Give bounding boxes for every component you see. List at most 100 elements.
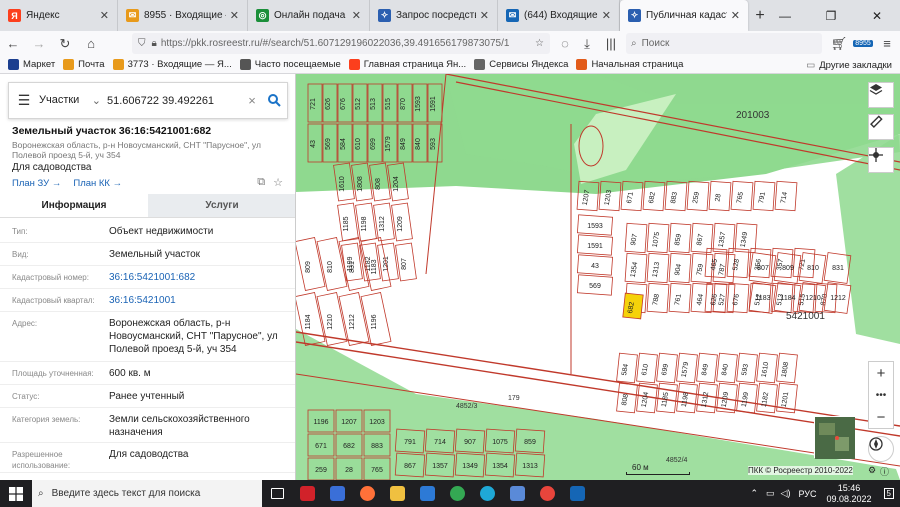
zoom-out-button[interactable]: − [869,406,893,428]
bookmark-3[interactable]: 3773 · Входящие — Я... [112,59,232,70]
plan-zu-link[interactable]: План ЗУ → [12,178,61,189]
downloads-icon[interactable]: ⤓ [574,31,600,56]
task-view-icon[interactable] [262,480,292,507]
maximize-button[interactable]: ❐ [808,0,854,31]
network-icon[interactable]: ▭ [766,488,775,499]
map-copyright: ПКК © Росреестр 2010-2022 [748,466,853,475]
bookmark-star-icon[interactable]: ☆ [535,38,544,49]
search-icon [267,94,281,107]
store-icon[interactable] [502,480,532,507]
favorite-star-icon[interactable]: ☆ [273,176,283,189]
window-controls: — ❐ ✕ [762,0,900,31]
folder-icon: ▭ [806,59,816,71]
zoom-in-button[interactable]: + [869,362,893,384]
tab-4[interactable]: ✧ Запрос посредством до ✕ [370,0,498,31]
tab-1[interactable]: Я Яндекс ✕ [0,0,118,31]
more-button[interactable]: ••• [869,384,893,406]
minimize-button[interactable]: — [762,0,808,31]
bookmark-label: Начальная страница [591,59,684,70]
settings-icon[interactable]: ⚙ [868,465,876,476]
parcel-label: 259 [315,467,327,474]
search-button[interactable] [261,83,287,118]
mail-app-icon[interactable] [412,480,442,507]
reload-button[interactable]: ↻ [52,31,78,56]
tab-info[interactable]: Информация [0,194,148,217]
firefox-icon[interactable] [352,480,382,507]
property-link[interactable]: 36:16:5421001 [109,294,289,307]
compass-button[interactable] [868,436,894,462]
plan-kk-link[interactable]: План КК → [73,178,122,189]
bookmark-label: Часто посещаемые [254,59,341,70]
forward-button[interactable]: → [26,31,52,56]
close-tab-icon[interactable]: ✕ [352,9,361,22]
clock[interactable]: 15:46 09.08.2022 [827,483,872,505]
parcel-label: 1196 [313,419,328,426]
volume-icon[interactable]: ◁) [781,488,791,499]
chevron-up-icon[interactable]: ⌃ [750,488,758,499]
info-panel: ☰ Участки ⌄ 51.606722 39.492261 × Земель… [0,74,296,480]
bookmark-5[interactable]: Главная страница Ян... [348,59,467,70]
close-tab-icon[interactable]: ✕ [100,9,109,22]
bookmark-7[interactable]: Начальная страница [576,59,683,70]
cadastral-map[interactable]: 721 626 676 512 513 515 870 1593 1591 43 569 584 610… [296,74,900,480]
bookmark-1[interactable]: Маркет [8,59,55,70]
mail-icon[interactable]: 8955 [850,31,876,56]
notifications-icon[interactable]: 5 [883,488,894,499]
clear-icon[interactable]: × [243,93,261,108]
close-tab-icon[interactable]: ✕ [731,9,740,22]
chrome2-icon[interactable] [532,480,562,507]
tab-2[interactable]: ✉ 8955 · Входящие — Янде ✕ [118,0,248,31]
layers-button[interactable] [868,82,894,108]
layers-icon [869,84,883,95]
chrome-icon[interactable] [442,480,472,507]
media-player-icon[interactable] [322,480,352,507]
edge-icon[interactable] [472,480,502,507]
map-canvas[interactable]: 721 626 676 512 513 515 870 1593 1591 43 569 584 610… [296,74,900,480]
parcel-label: 1212 [349,314,356,330]
other-bookmarks[interactable]: ▭ Другие закладки [806,56,892,74]
tab-services[interactable]: Услуги [148,194,295,217]
bookmark-icon [348,59,360,70]
locate-button[interactable] [868,147,894,173]
tab-6[interactable]: ✧ Публичная кадастровая ✕ [620,0,748,31]
language-indicator[interactable]: РУС [798,489,816,499]
bookmark-4[interactable]: Часто посещаемые [239,59,341,70]
bookmark-6[interactable]: Сервисы Яндекса [474,59,568,70]
taskbar-search[interactable]: ⌕ Введите здесь текст для поиска [32,480,262,507]
start-button[interactable] [0,480,32,507]
search-field[interactable]: ⌕ Поиск [626,33,822,54]
bookmark-label: Главная страница Ян... [363,59,467,70]
search-icon: ⌕ [631,38,637,49]
back-button[interactable]: ← [0,31,26,56]
cart-icon[interactable]: 🛒︎ [826,31,852,56]
close-tab-icon[interactable]: ✕ [230,9,239,22]
tab-3[interactable]: ◎ Онлайн подача заявки и ✕ [248,0,370,31]
acrobat-icon[interactable] [292,480,322,507]
tab-title: Яндекс [26,10,60,21]
explorer-icon[interactable] [382,480,412,507]
home-button[interactable]: ⌂ [78,31,104,56]
tab-5[interactable]: ✉ (644) Входящие - Почта ✕ [498,0,620,31]
parcel-label: 807 [401,258,408,270]
menu-icon[interactable]: ≡ [874,31,900,56]
close-window-button[interactable]: ✕ [854,0,900,31]
minimap[interactable] [814,416,855,459]
parcel-label: 512 [355,98,362,110]
coordinates-input[interactable]: 51.606722 39.492261 [107,95,243,107]
url-bar[interactable]: ⛉ 🔒︎ https://pkk.rosreestr.ru/#/search/5… [132,33,550,54]
close-tab-icon[interactable]: ✕ [602,9,611,22]
ruler-button[interactable] [868,114,894,140]
mail2-icon[interactable] [562,480,592,507]
info-icon[interactable]: ⓘ [880,465,889,478]
zoom-to-object-icon[interactable]: ⧉ [257,176,265,189]
arrow-right-icon: → [51,178,62,189]
library-icon[interactable]: ||| [598,31,624,56]
property-key: Вид: [12,250,29,259]
tab-title: Запрос посредством до [396,10,476,21]
hamburger-icon[interactable]: ☰ [9,92,39,109]
close-tab-icon[interactable]: ✕ [480,9,489,22]
property-link[interactable]: 36:16:5421001:682 [109,271,289,284]
bookmark-2[interactable]: Почта [63,59,105,70]
search-type-select[interactable]: Участки ⌄ [39,94,107,107]
parcel-label: 1203 [369,419,385,426]
